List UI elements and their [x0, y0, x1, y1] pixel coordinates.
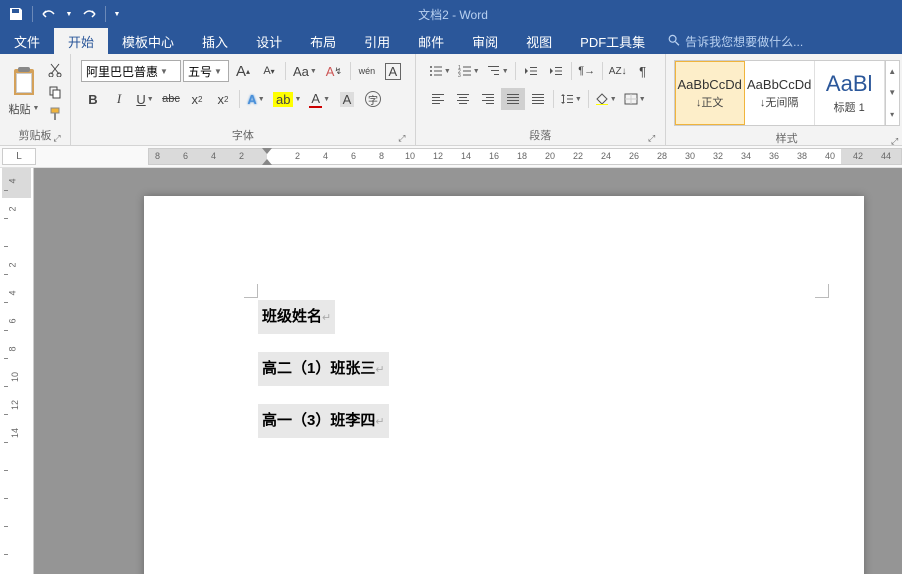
font-expand[interactable]: ⤢: [397, 133, 407, 143]
italic-button[interactable]: I: [107, 88, 131, 110]
subscript-button[interactable]: x2: [185, 88, 209, 110]
tab-references[interactable]: 引用: [350, 28, 404, 54]
clipboard-label: 剪贴板⤢: [6, 125, 64, 145]
undo-button[interactable]: [37, 2, 61, 26]
styles-label: 样式⤢: [672, 128, 902, 148]
char-shading-button[interactable]: A: [335, 88, 359, 110]
style-normal[interactable]: AaBbCcDd ↓正文: [675, 61, 745, 125]
tab-layout[interactable]: 布局: [296, 28, 350, 54]
tab-pdf[interactable]: PDF工具集: [566, 28, 659, 54]
justify-button[interactable]: [501, 88, 525, 110]
copy-button[interactable]: [46, 83, 64, 101]
document-content[interactable]: 班级姓名↵ 高二（1）班张三↵ 高一（3）班李四↵: [258, 300, 389, 456]
multilevel-button[interactable]: ▼: [484, 60, 512, 82]
tab-template[interactable]: 模板中心: [108, 28, 188, 54]
window-title: 文档2 - Word: [124, 6, 902, 23]
line-spacing-button[interactable]: ▼: [557, 88, 585, 110]
document-area: 4 2 2 4 6 8 10 12 14 班级姓名↵ 高二（1）班张三↵ 高一（…: [0, 168, 902, 574]
ribbon: 粘贴▼ 剪贴板⤢ 阿里巴巴普惠▼ 五号▼ A▴ A▾ Aa▼ A↯: [0, 54, 902, 146]
document-scroll[interactable]: 班级姓名↵ 高二（1）班张三↵ 高一（3）班李四↵: [34, 168, 902, 574]
tab-file[interactable]: 文件: [0, 28, 54, 54]
style-no-spacing[interactable]: AaBbCcDd ↓无间隔: [745, 61, 815, 125]
font-label: 字体⤢: [77, 125, 409, 145]
highlight-button[interactable]: ab▼: [270, 88, 304, 110]
horizontal-ruler[interactable]: 8 6 4 2 2 4 6 8 10 12 14 16 18 20 22 24 …: [148, 148, 902, 165]
redo-button[interactable]: [77, 2, 101, 26]
grow-font-button[interactable]: A▴: [231, 60, 255, 82]
first-line-indent-marker[interactable]: [262, 148, 272, 154]
show-marks-button[interactable]: ¶: [631, 60, 655, 82]
titlebar: ▼ ▼ 文档2 - Word: [0, 0, 902, 28]
strikethrough-button[interactable]: abc: [159, 88, 183, 110]
shrink-font-button[interactable]: A▾: [257, 60, 281, 82]
tell-me-search[interactable]: 告诉我您想要做什么...: [659, 28, 803, 54]
tab-home[interactable]: 开始: [54, 28, 108, 54]
text-line-1[interactable]: 班级姓名↵: [258, 300, 335, 334]
svg-text:3: 3: [458, 73, 461, 77]
font-color-button[interactable]: A▼: [306, 88, 333, 110]
align-left-button[interactable]: [426, 88, 450, 110]
cut-button[interactable]: [46, 61, 64, 79]
enclosed-char-button[interactable]: 字: [361, 88, 385, 110]
tab-design[interactable]: 设计: [242, 28, 296, 54]
tab-selector[interactable]: L: [2, 148, 36, 165]
tab-insert[interactable]: 插入: [188, 28, 242, 54]
margin-corner-tr: [815, 284, 829, 298]
quick-access-toolbar: ▼ ▼: [0, 2, 124, 26]
distribute-button[interactable]: [526, 88, 550, 110]
shading-button[interactable]: ▼: [592, 88, 620, 110]
styles-scroll-down[interactable]: ▼: [886, 82, 899, 103]
sort-button[interactable]: AZ↓: [606, 60, 630, 82]
tab-mail[interactable]: 邮件: [404, 28, 458, 54]
text-line-3[interactable]: 高一（3）班李四↵: [258, 404, 389, 438]
hanging-indent-marker[interactable]: [262, 159, 272, 165]
save-button[interactable]: [4, 2, 28, 26]
undo-dropdown[interactable]: ▼: [63, 2, 75, 26]
underline-button[interactable]: U▼: [133, 88, 157, 110]
clear-format-button[interactable]: A↯: [322, 60, 346, 82]
styles-scroll-up[interactable]: ▲: [886, 61, 899, 82]
text-effect-button[interactable]: A▼: [244, 88, 268, 110]
group-paragraph: ▼ 123▼ ▼ ¶→ AZ↓ ¶: [416, 54, 666, 145]
increase-indent-button[interactable]: [544, 60, 568, 82]
group-styles: AaBbCcDd ↓正文 AaBbCcDd ↓无间隔 AaBl 标题 1 ▲ ▼…: [666, 54, 902, 145]
phonetic-guide-button[interactable]: wén: [355, 60, 379, 82]
paragraph-label: 段落⤢: [422, 125, 659, 145]
font-name-combo[interactable]: 阿里巴巴普惠▼: [81, 60, 181, 82]
align-center-button[interactable]: [451, 88, 475, 110]
styles-expand[interactable]: ▾: [886, 104, 899, 125]
paste-icon[interactable]: [8, 67, 40, 99]
ruler-row: L 8 6 4 2 2 4 6 8 10 12 14 16 18 20 22 2…: [0, 146, 902, 168]
paragraph-expand[interactable]: ⤢: [647, 133, 657, 143]
bullets-button[interactable]: ▼: [426, 60, 454, 82]
tab-review[interactable]: 审阅: [458, 28, 512, 54]
styles-launcher[interactable]: ⤢: [890, 136, 900, 146]
align-right-button[interactable]: [476, 88, 500, 110]
ltr-button[interactable]: ¶→: [575, 60, 599, 82]
clipboard-expand[interactable]: ⤢: [52, 133, 62, 143]
style-heading1[interactable]: AaBl 标题 1: [815, 61, 885, 125]
ribbon-tabs: 文件 开始 模板中心 插入 设计 布局 引用 邮件 审阅 视图 PDF工具集 告…: [0, 28, 902, 54]
numbering-button[interactable]: 123▼: [455, 60, 483, 82]
change-case-button[interactable]: Aa▼: [290, 60, 320, 82]
font-size-combo[interactable]: 五号▼: [183, 60, 229, 82]
margin-corner-tl: [244, 284, 258, 298]
styles-gallery: AaBbCcDd ↓正文 AaBbCcDd ↓无间隔 AaBl 标题 1 ▲ ▼…: [674, 60, 900, 126]
borders-button[interactable]: ▼: [621, 88, 649, 110]
qat-customize[interactable]: ▼: [110, 2, 124, 26]
superscript-button[interactable]: x2: [211, 88, 235, 110]
group-font: 阿里巴巴普惠▼ 五号▼ A▴ A▾ Aa▼ A↯ wén A B I U▼ ab…: [71, 54, 416, 145]
vertical-ruler[interactable]: 4 2 2 4 6 8 10 12 14: [0, 168, 34, 574]
group-clipboard: 粘贴▼ 剪贴板⤢: [0, 54, 71, 145]
bold-button[interactable]: B: [81, 88, 105, 110]
char-border-button[interactable]: A: [381, 60, 405, 82]
paste-button[interactable]: 粘贴▼: [9, 101, 40, 117]
tab-view[interactable]: 视图: [512, 28, 566, 54]
text-line-2[interactable]: 高二（1）班张三↵: [258, 352, 389, 386]
format-painter-button[interactable]: [46, 105, 64, 123]
page[interactable]: 班级姓名↵ 高二（1）班张三↵ 高一（3）班李四↵: [144, 196, 864, 574]
decrease-indent-button[interactable]: [519, 60, 543, 82]
